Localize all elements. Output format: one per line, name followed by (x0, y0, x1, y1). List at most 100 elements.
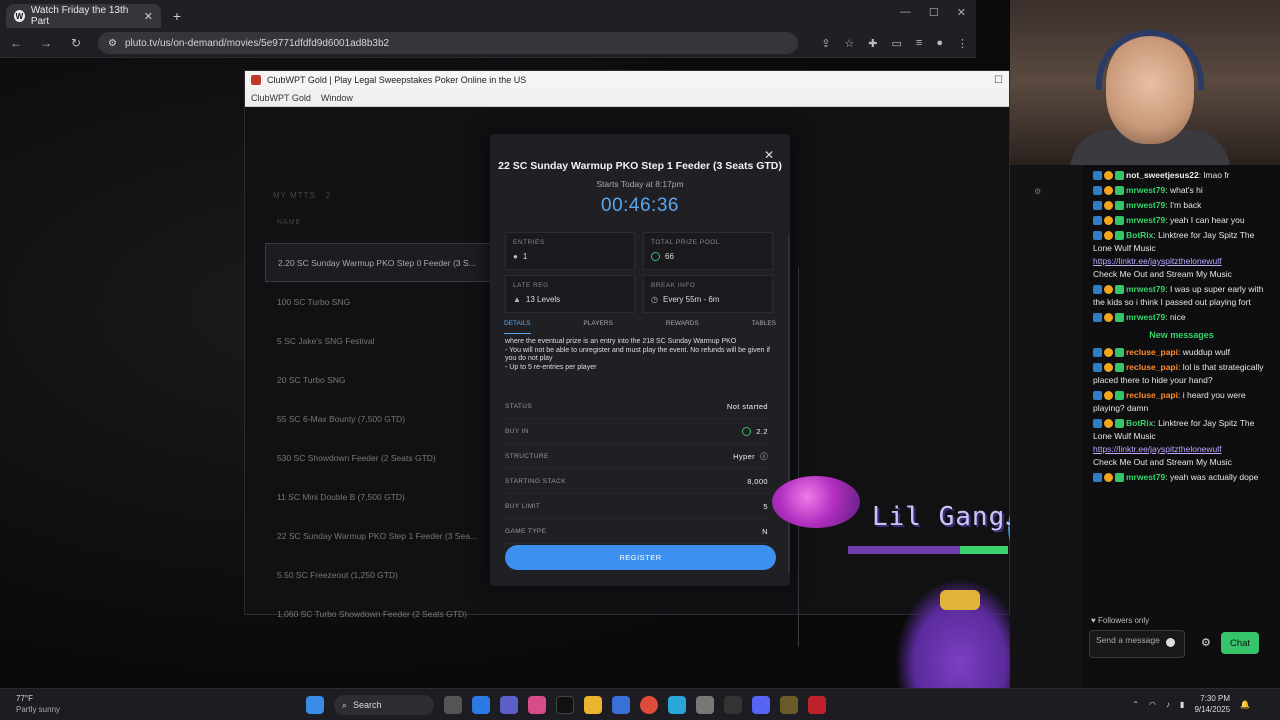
chat-username[interactable]: recluse_papi (1126, 362, 1178, 372)
windows-start-icon[interactable] (306, 696, 324, 714)
chat-badges (1093, 313, 1124, 323)
clock-icon: ◷ (651, 295, 658, 304)
badge-icon (1104, 348, 1113, 358)
site-info-icon[interactable]: ⚙ (108, 38, 117, 49)
discord-icon[interactable] (752, 696, 770, 714)
tournament-row[interactable]: 100 SC Turbo SNG (265, 282, 491, 321)
tab-details[interactable]: DETAILS (504, 320, 531, 334)
chat-username[interactable]: BotRix (1126, 418, 1153, 428)
tiktok-icon[interactable] (556, 696, 574, 714)
app-4k-icon[interactable] (724, 696, 742, 714)
maximize-icon[interactable]: ☐ (929, 6, 939, 19)
chat-badges (1093, 473, 1124, 483)
new-messages-divider[interactable]: New messages (1083, 330, 1280, 340)
chat-username[interactable]: mrwest79 (1126, 200, 1165, 210)
twitch-chat: not_sweetjesus22: lmao fr mrwest79: what'… (1083, 165, 1280, 688)
chat-username[interactable]: mrwest79 (1126, 215, 1165, 225)
menu-kebab-icon[interactable]: ⋮ (957, 37, 968, 50)
chat-username[interactable]: mrwest79 (1126, 284, 1165, 294)
chat-badges (1093, 171, 1124, 181)
chat-username[interactable]: mrwest79 (1126, 312, 1165, 322)
weather-widget[interactable]: 77°F Partly sunny (16, 693, 60, 715)
sweeps-coin-icon (651, 252, 660, 261)
copilot-icon[interactable] (528, 696, 546, 714)
chat-text: I'm back (1169, 200, 1202, 210)
task-view-icon[interactable] (444, 696, 462, 714)
profile-avatar-icon[interactable]: ● (936, 37, 943, 50)
tab-tables[interactable]: TABLES (752, 320, 776, 334)
tournament-row[interactable]: 1,060 SC Turbo Showdown Feeder (2 Seats … (265, 594, 491, 633)
tournament-row[interactable]: 20 SC Turbo SNG (265, 360, 491, 399)
minimize-icon[interactable]: — (900, 6, 911, 19)
chat-username[interactable]: not_sweetjesus22 (1126, 170, 1199, 180)
clock[interactable]: 7:30 PM 9/14/2025 (1194, 693, 1230, 715)
app-blue-icon[interactable] (668, 696, 686, 714)
chat-link[interactable]: https://linktr.ee/jayspitzthelonewulf (1093, 256, 1222, 266)
tournament-row[interactable]: 530 SC Showdown Feeder (2 Seats GTD) (265, 438, 491, 477)
battery-icon[interactable]: ▮ (1180, 700, 1184, 709)
chat-message: recluse_papi: wuddup wulf (1083, 346, 1280, 359)
install-icon[interactable]: ⇪ (821, 37, 830, 50)
dragon-horn-icon (940, 590, 980, 610)
address-bar[interactable]: ⚙ pluto.tv/us/on-demand/movies/5e9771dfd… (98, 32, 798, 54)
break-info-box: BREAK INFO ◷ Every 55m - 6m (643, 275, 773, 313)
tournament-row[interactable]: 2.20 SC Sunday Warmup PKO Step 0 Feeder … (265, 243, 491, 282)
close-window-icon[interactable]: ✕ (957, 6, 966, 19)
sidebar-icon[interactable]: ▭ (892, 37, 902, 50)
chat-username[interactable]: BotRix (1126, 230, 1153, 240)
browser-window: W Watch Friday the 13th Part ✕ + — ☐ ✕ ←… (0, 0, 976, 58)
tournament-row[interactable]: 22 SC Sunday Warmup PKO Step 1 Feeder (3… (265, 516, 491, 555)
wpt-icon[interactable] (780, 696, 798, 714)
tournament-row[interactable]: 11 SC Mini Double B (7,500 GTD) (265, 477, 491, 516)
chat-link[interactable]: https://linktr.ee/jayspitzthelonewulf (1093, 444, 1222, 454)
chat-username[interactable]: recluse_papi (1126, 347, 1178, 357)
chrome-icon[interactable] (640, 696, 658, 714)
browser-tab[interactable]: W Watch Friday the 13th Part ✕ (6, 4, 161, 28)
media-icon[interactable]: ≡ (916, 37, 922, 50)
app-red-icon[interactable] (808, 696, 826, 714)
pink-planet-icon (772, 476, 860, 528)
reload-icon[interactable]: ↻ (68, 36, 84, 50)
app-maximize-icon[interactable]: ☐ (994, 75, 1003, 86)
badge-icon (1093, 216, 1102, 226)
tournament-row[interactable]: 5 SC Jake's SNG Festival (265, 321, 491, 360)
new-tab-button[interactable]: + (167, 4, 187, 28)
tournament-row[interactable]: 55 SC 6-Max Bounty (7,500 GTD) (265, 399, 491, 438)
overlay-progress-bar (848, 546, 1008, 554)
close-tab-icon[interactable]: ✕ (144, 10, 153, 23)
taskbar-search[interactable]: ⌕ Search (334, 695, 434, 715)
menu-clubwpt[interactable]: ClubWPT Gold (251, 93, 311, 103)
teams-icon[interactable] (500, 696, 518, 714)
info-icon[interactable]: ⓘ (760, 451, 768, 462)
back-icon[interactable]: ← (8, 36, 24, 50)
badge-icon (1115, 231, 1124, 241)
chat-send-button[interactable]: Chat (1221, 632, 1259, 654)
edge-icon[interactable] (472, 696, 490, 714)
chat-username[interactable]: mrwest79 (1126, 472, 1165, 482)
tab-players[interactable]: PLAYERS (583, 320, 613, 334)
badge-icon (1115, 171, 1124, 181)
tournament-row[interactable]: 5.50 SC Freezeout (1,250 GTD) (265, 555, 491, 594)
chat-username[interactable]: recluse_papi (1126, 390, 1178, 400)
chat-settings-gear-icon[interactable]: ⚙ (1201, 636, 1211, 649)
bookmark-star-icon[interactable]: ☆ (844, 37, 854, 50)
menu-window[interactable]: Window (321, 93, 353, 103)
emote-picker-icon[interactable] (1166, 638, 1175, 647)
late-reg-box: LATE REG ▲ 13 Levels (505, 275, 635, 313)
extensions-icon[interactable]: ✚ (868, 37, 877, 50)
tab-rewards[interactable]: REWARDS (666, 320, 699, 334)
notifications-bell-icon[interactable]: 🔔 (1240, 700, 1250, 709)
store-icon[interactable] (612, 696, 630, 714)
tray-chevron-icon[interactable]: ⌃ (1132, 700, 1139, 709)
chat-text: Check Me Out and Stream My Music (1093, 457, 1232, 467)
volume-icon[interactable]: ♪ (1166, 700, 1170, 709)
app-gray-icon[interactable] (696, 696, 714, 714)
chat-username[interactable]: mrwest79 (1126, 185, 1165, 195)
network-icon[interactable]: ◠ (1149, 700, 1156, 709)
file-explorer-icon[interactable] (584, 696, 602, 714)
badge-icon (1104, 201, 1113, 211)
forward-icon[interactable]: → (38, 36, 54, 50)
chat-badges (1093, 201, 1124, 211)
search-icon: ⌕ (342, 699, 348, 710)
register-button[interactable]: REGISTER (505, 545, 776, 570)
